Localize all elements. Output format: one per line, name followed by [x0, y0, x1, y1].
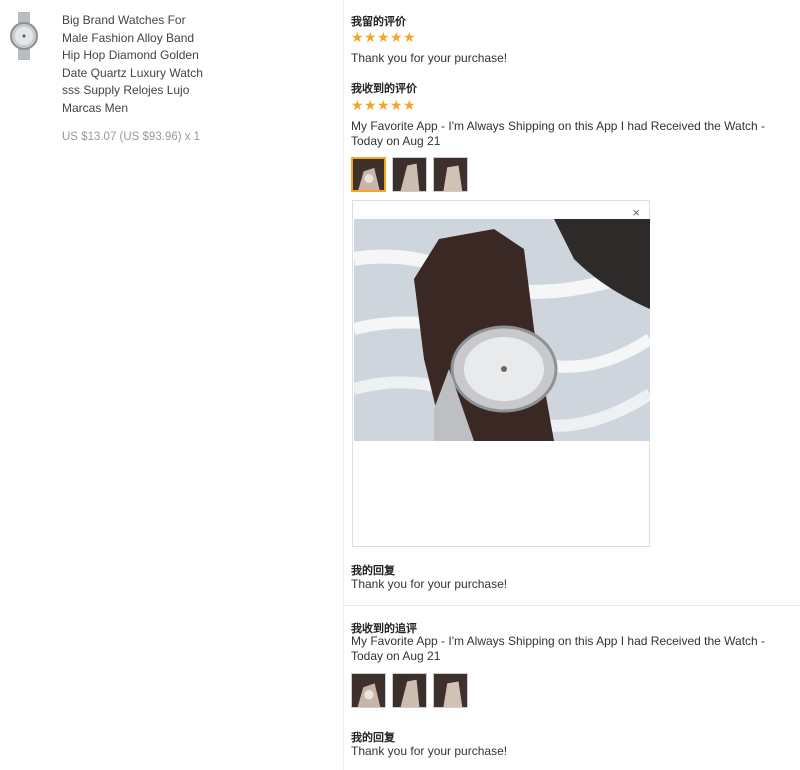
received-review-text: My Favorite App - I'm Always Shipping on… [351, 119, 791, 148]
star-icon: ★ [403, 97, 416, 113]
my-review-title: 我留的评价 [351, 16, 406, 28]
followup-reply-title: 我的回复 [351, 732, 395, 744]
star-icon: ★ [351, 29, 364, 45]
review-photo-thumb[interactable] [392, 673, 427, 708]
star-icon: ★ [364, 29, 377, 45]
product-title-line: Big Brand Watches For [62, 13, 186, 27]
received-review-rating: ★ ★ ★ ★ ★ [351, 97, 416, 113]
star-icon: ★ [351, 97, 364, 113]
star-icon: ★ [390, 97, 403, 113]
star-icon: ★ [377, 97, 390, 113]
product-thumbnail[interactable] [8, 12, 40, 60]
star-icon: ★ [403, 29, 416, 45]
followup-review-text: My Favorite App - I'm Always Shipping on… [351, 634, 791, 663]
photo-viewer: × [352, 200, 650, 547]
my-review-text: Thank you for your purchase! [351, 51, 508, 65]
photo-thumb-image [393, 674, 426, 707]
product-title-line: sss Supply Relojes Lujo [62, 83, 190, 98]
followup-review-photos [351, 673, 468, 708]
review-photo-thumb[interactable] [433, 673, 468, 708]
star-icon: ★ [364, 97, 377, 113]
order-item-panel: Big Brand Watches For Male Fashion Alloy… [0, 0, 343, 770]
photo-thumb-image [353, 159, 384, 190]
product-title-line: Hip Hop Diamond Golden [62, 48, 199, 63]
watch-photo [354, 219, 650, 441]
column-divider [343, 0, 344, 770]
followup-reply-text: Thank you for your purchase! [351, 744, 508, 758]
followup-review-line: My Favorite App - I'm Always Shipping on… [351, 634, 766, 648]
product-price: US $13.07 (US $93.96) x 1 [62, 131, 201, 143]
my-review-rating: ★ ★ ★ ★ ★ [351, 29, 416, 45]
section-divider [343, 605, 800, 606]
close-icon[interactable]: × [632, 205, 640, 220]
photo-thumb-image [393, 158, 426, 191]
photo-thumb-image [434, 158, 467, 191]
photo-thumb-image [434, 674, 467, 707]
review-photo-thumb[interactable] [351, 673, 386, 708]
received-review-photos [351, 157, 468, 192]
product-title-line: Date Quartz Luxury Watch [62, 65, 203, 80]
review-photo-thumb[interactable] [433, 157, 468, 192]
product-title-line: Male Fashion Alloy Band [62, 30, 195, 45]
photo-thumb-image [352, 674, 385, 707]
product-title[interactable]: Big Brand Watches For Male Fashion Alloy… [62, 12, 212, 118]
product-title-line: Marcas Men [62, 100, 129, 115]
review-photo-large [354, 219, 650, 441]
review-photo-thumb[interactable] [392, 157, 427, 192]
my-reply-title: 我的回复 [351, 565, 395, 577]
star-icon: ★ [377, 29, 390, 45]
followup-review-line: Today on Aug 21 [351, 648, 441, 663]
received-review-line: Today on Aug 21 [351, 133, 441, 148]
review-photo-thumb[interactable] [351, 157, 386, 192]
watch-icon [10, 12, 38, 60]
star-icon: ★ [390, 29, 403, 45]
my-reply-text: Thank you for your purchase! [351, 577, 508, 591]
received-review-title: 我收到的评价 [351, 83, 417, 95]
received-review-line: My Favorite App - I'm Always Shipping on… [351, 119, 766, 133]
